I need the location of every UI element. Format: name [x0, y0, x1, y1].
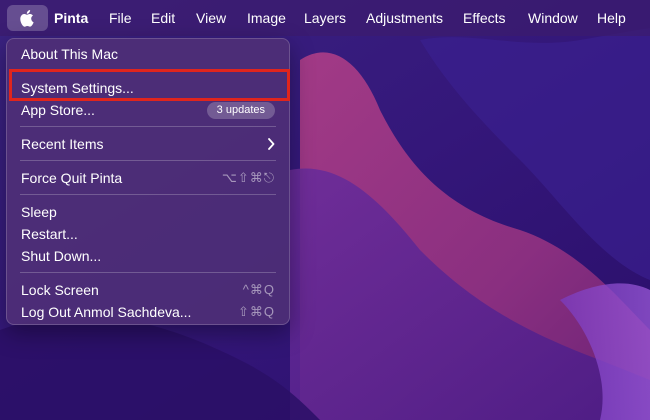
menu-item-shut-down[interactable]: Shut Down... — [12, 245, 284, 267]
updates-badge: 3 updates — [206, 101, 275, 119]
menu-item-recent-items[interactable]: Recent Items — [12, 133, 284, 155]
menu-help[interactable]: Help — [597, 0, 626, 36]
keyboard-shortcut: ⌥⇧⌘⎋ — [221, 170, 275, 185]
chevron-right-icon — [268, 138, 275, 150]
menu-bar: Pinta File Edit View Image Layers Adjust… — [0, 0, 650, 36]
menu-edit[interactable]: Edit — [151, 0, 175, 36]
menu-item-lock-screen[interactable]: Lock Screen ^⌘Q — [12, 279, 284, 301]
menu-item-label: About This Mac — [21, 46, 119, 62]
menu-item-sleep[interactable]: Sleep — [12, 201, 284, 223]
menu-file[interactable]: File — [109, 0, 132, 36]
keyboard-shortcut: ^⌘Q — [242, 282, 275, 297]
apple-logo-icon — [19, 10, 34, 27]
menu-item-label: Restart... — [21, 226, 78, 242]
menu-item-label: Shut Down... — [21, 248, 102, 264]
menu-item-force-quit[interactable]: Force Quit Pinta ⌥⇧⌘⎋ — [12, 167, 284, 189]
menu-separator — [20, 126, 276, 127]
menu-effects[interactable]: Effects — [463, 0, 506, 36]
menu-item-label: Log Out Anmol Sachdeva... — [21, 304, 192, 320]
menu-separator — [20, 160, 276, 161]
menu-item-label: Recent Items — [21, 136, 104, 152]
menu-item-app-store[interactable]: App Store... 3 updates — [12, 99, 284, 121]
menu-pinta[interactable]: Pinta — [54, 0, 88, 36]
menu-item-label: Lock Screen — [21, 282, 99, 298]
menu-layers[interactable]: Layers — [304, 0, 346, 36]
menu-item-about-this-mac[interactable]: About This Mac — [12, 43, 284, 65]
menu-item-label: Force Quit Pinta — [21, 170, 123, 186]
menu-item-label: App Store... — [21, 102, 95, 118]
apple-menu-button[interactable] — [7, 5, 48, 31]
menu-image[interactable]: Image — [247, 0, 286, 36]
menu-separator — [20, 194, 276, 195]
menu-view[interactable]: View — [196, 0, 226, 36]
menu-adjustments[interactable]: Adjustments — [366, 0, 443, 36]
menu-item-label: Sleep — [21, 204, 57, 220]
menu-item-log-out[interactable]: Log Out Anmol Sachdeva... ⇧⌘Q — [12, 301, 284, 323]
menu-item-restart[interactable]: Restart... — [12, 223, 284, 245]
keyboard-shortcut: ⇧⌘Q — [237, 304, 275, 319]
highlight-annotation-box — [9, 69, 290, 101]
menu-window[interactable]: Window — [528, 0, 578, 36]
menu-separator — [20, 272, 276, 273]
